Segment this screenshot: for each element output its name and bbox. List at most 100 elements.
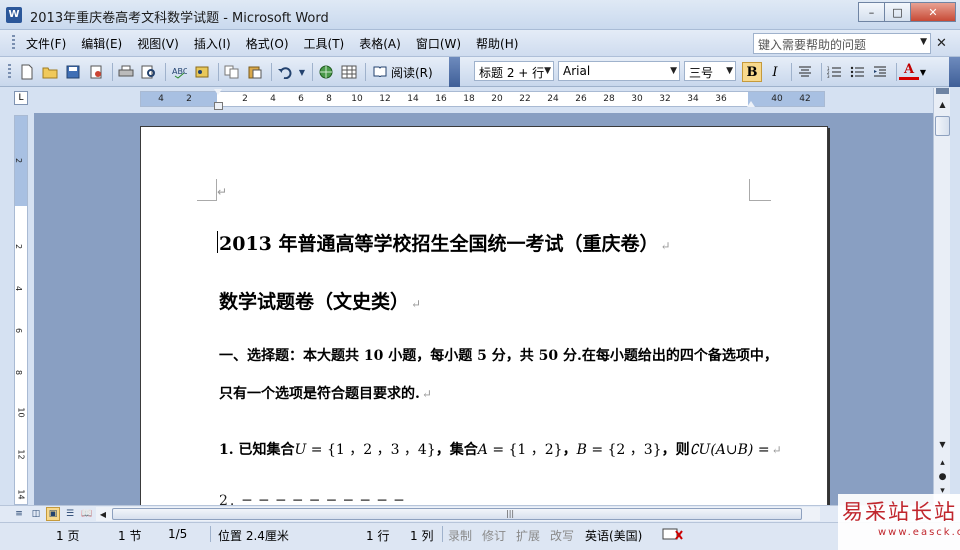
chevron-down-icon[interactable]: ▼: [670, 66, 677, 76]
table-icon[interactable]: [339, 62, 359, 82]
numbering-icon[interactable]: 123: [824, 62, 844, 82]
status-separator: [210, 526, 211, 542]
close-window-button[interactable]: ✕: [910, 2, 956, 22]
help-search-input[interactable]: 键入需要帮助的问题 ▼: [753, 33, 931, 54]
ruler-tick: 12: [16, 449, 26, 460]
status-page[interactable]: 1 页: [56, 527, 79, 544]
menu-format[interactable]: 格式(O): [240, 36, 295, 52]
scroll-up-icon[interactable]: ▲: [935, 96, 950, 112]
document-page[interactable]: ↵ 2013 年普通高等学校招生全国统一考试（重庆卷） ↵ 数学试题卷（文史类） ↵…: [140, 126, 828, 506]
status-track-changes[interactable]: 修订: [482, 527, 506, 544]
hyperlink-icon[interactable]: [316, 62, 336, 82]
document-canvas[interactable]: ↵ 2013 年普通高等学校招生全国统一考试（重庆卷） ↵ 数学试题卷（文史类） ↵…: [34, 113, 933, 506]
normal-view-icon[interactable]: ≡: [12, 507, 26, 521]
outline-view-icon[interactable]: ☰: [63, 507, 77, 521]
window-controls: – □ ✕: [858, 2, 956, 22]
menu-window[interactable]: 窗口(W): [410, 36, 467, 52]
ruler-tick: 4: [14, 285, 24, 292]
print-preview-icon[interactable]: [139, 62, 159, 82]
menu-edit[interactable]: 编辑(E): [75, 36, 128, 52]
chevron-down-icon[interactable]: ▼: [920, 37, 927, 47]
read-button-label: 阅读(R): [391, 65, 433, 80]
menu-help[interactable]: 帮助(H): [470, 36, 524, 52]
math-var: B: [576, 442, 587, 458]
question-1[interactable]: 1. 已知集合U = {1 ，2 ，3 ，4}，集合A = {1 ，2}，B =…: [219, 439, 782, 459]
horizontal-scroll-thumb[interactable]: [112, 508, 802, 520]
status-section[interactable]: 1 节: [118, 527, 141, 544]
status-record[interactable]: 录制: [448, 527, 472, 544]
status-column[interactable]: 1 列: [410, 527, 433, 544]
status-language[interactable]: 英语(美国): [585, 527, 642, 544]
status-overtype[interactable]: 改写: [550, 527, 574, 544]
menu-insert[interactable]: 插入(I): [188, 36, 237, 52]
document-paragraph[interactable]: 一、选择题：本大题共 10 小题，每小题 5 分，共 50 分.在每小题给出的四…: [219, 345, 778, 365]
toolbar-grip[interactable]: [8, 64, 11, 80]
menu-tools[interactable]: 工具(T): [298, 36, 351, 52]
print-icon[interactable]: [116, 62, 136, 82]
minimize-button[interactable]: –: [858, 2, 885, 22]
new-document-icon[interactable]: [17, 62, 37, 82]
menu-table[interactable]: 表格(A): [353, 36, 407, 52]
document-heading-1[interactable]: 2013 年普通高等学校招生全国统一考试（重庆卷） ↵: [219, 229, 671, 256]
tab-selector-button[interactable]: L: [14, 91, 28, 105]
web-layout-icon[interactable]: ◫: [29, 507, 43, 521]
font-color-button[interactable]: A: [899, 62, 919, 80]
horizontal-ruler[interactable]: 4 2 2 4 6 8 10 12 14 16 18 20 22 24 26 2…: [140, 89, 825, 110]
font-select[interactable]: Arial ▼: [558, 61, 680, 81]
open-folder-icon[interactable]: [40, 62, 60, 82]
close-document-button[interactable]: ✕: [936, 36, 947, 51]
horizontal-scrollbar[interactable]: ◀ |||: [96, 507, 820, 521]
menu-file[interactable]: 文件(F): [20, 36, 72, 52]
menu-view[interactable]: 视图(V): [131, 36, 185, 52]
permission-icon[interactable]: [86, 62, 106, 82]
status-extend[interactable]: 扩展: [516, 527, 540, 544]
chevron-down-icon[interactable]: ▼: [544, 66, 551, 76]
spelling-icon[interactable]: ABC: [169, 62, 189, 82]
bullets-icon[interactable]: [847, 62, 867, 82]
vertical-scrollbar[interactable]: ▲ ▼ ▴ ● ▾: [933, 88, 950, 506]
toolbar-options-button[interactable]: [949, 57, 960, 87]
menubar-grip[interactable]: [12, 35, 15, 51]
vertical-ruler[interactable]: 2 2 4 6 8 10 12 14: [14, 115, 28, 505]
paste-icon[interactable]: [245, 62, 265, 82]
status-line[interactable]: 1 行: [366, 527, 389, 544]
undo-icon[interactable]: [275, 62, 295, 82]
question-prefix: 1. 已知集合: [219, 442, 295, 458]
split-handle[interactable]: [936, 88, 949, 94]
research-icon[interactable]: [192, 62, 212, 82]
read-button[interactable]: 阅读(R): [369, 62, 437, 82]
right-margin-shade: [748, 92, 824, 106]
reading-layout-icon[interactable]: 📖: [80, 507, 94, 521]
toolbar-options-button[interactable]: [449, 57, 460, 87]
align-center-icon[interactable]: [795, 62, 815, 82]
ruler-tick: 10: [351, 94, 363, 104]
document-heading-2[interactable]: 数学试题卷（文史类） ↵: [219, 287, 421, 314]
spelling-status-icon[interactable]: [662, 527, 684, 544]
document-paragraph[interactable]: 只有一个选项是符合题目要求的. ↵: [219, 383, 432, 403]
bold-button[interactable]: B: [742, 62, 762, 82]
style-select[interactable]: 标题 2 + 行 ▼: [474, 61, 554, 81]
vertical-scroll-thumb[interactable]: [935, 116, 950, 136]
status-position[interactable]: 位置 2.4厘米: [218, 527, 289, 544]
font-size-select[interactable]: 三号 ▼: [684, 61, 736, 81]
right-indent-marker[interactable]: [747, 101, 755, 107]
status-page-of[interactable]: 1/5: [168, 527, 187, 541]
select-browse-object-icon[interactable]: ●: [935, 470, 950, 484]
indent-icon[interactable]: [870, 62, 890, 82]
first-line-indent-marker[interactable]: [214, 89, 222, 95]
maximize-button[interactable]: □: [884, 2, 911, 22]
save-icon[interactable]: [63, 62, 83, 82]
paragraph-text: 只有一个选项是符合题目要求的.: [219, 386, 420, 402]
scroll-left-icon[interactable]: ◀: [96, 507, 110, 521]
left-indent-marker[interactable]: [214, 102, 223, 110]
chevron-down-icon[interactable]: ▼: [298, 62, 306, 82]
scroll-down-icon[interactable]: ▼: [935, 436, 950, 452]
word-app-icon[interactable]: W: [6, 7, 22, 23]
previous-page-icon[interactable]: ▴: [935, 456, 950, 470]
print-layout-icon[interactable]: ▣: [46, 507, 60, 521]
chevron-down-icon[interactable]: ▼: [918, 62, 928, 82]
math-var: U: [294, 442, 307, 458]
copy-icon[interactable]: [222, 62, 242, 82]
italic-button[interactable]: I: [765, 62, 785, 82]
chevron-down-icon[interactable]: ▼: [726, 66, 733, 76]
